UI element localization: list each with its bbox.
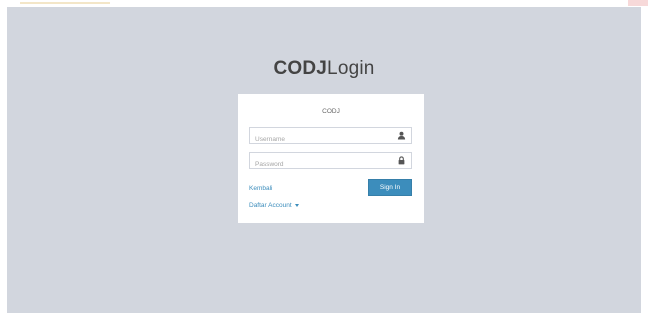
logo-light-text: Login [327, 58, 375, 79]
username-field [249, 127, 412, 147]
top-strip [0, 0, 648, 7]
login-box-message: CODJ [322, 108, 340, 115]
register-link-label: Daftar Account [249, 202, 292, 209]
top-accent-right [628, 0, 648, 6]
login-page: CODJLogin CODJ Kembali Sign In Daftar Ac… [7, 7, 641, 313]
user-icon [397, 131, 406, 140]
signin-button[interactable]: Sign In [368, 179, 412, 196]
login-box: CODJ Kembali Sign In Daftar Account [238, 94, 424, 223]
lock-icon [398, 156, 405, 165]
username-input[interactable] [250, 132, 395, 147]
password-field [249, 152, 412, 172]
back-link[interactable]: Kembali [249, 185, 272, 192]
top-accent-left [20, 2, 110, 4]
logo-bold-text: CODJ [273, 58, 328, 79]
password-input[interactable] [250, 157, 395, 172]
caret-down-icon [294, 203, 299, 207]
register-link[interactable]: Daftar Account [249, 202, 299, 209]
login-logo[interactable]: CODJLogin [7, 58, 641, 80]
